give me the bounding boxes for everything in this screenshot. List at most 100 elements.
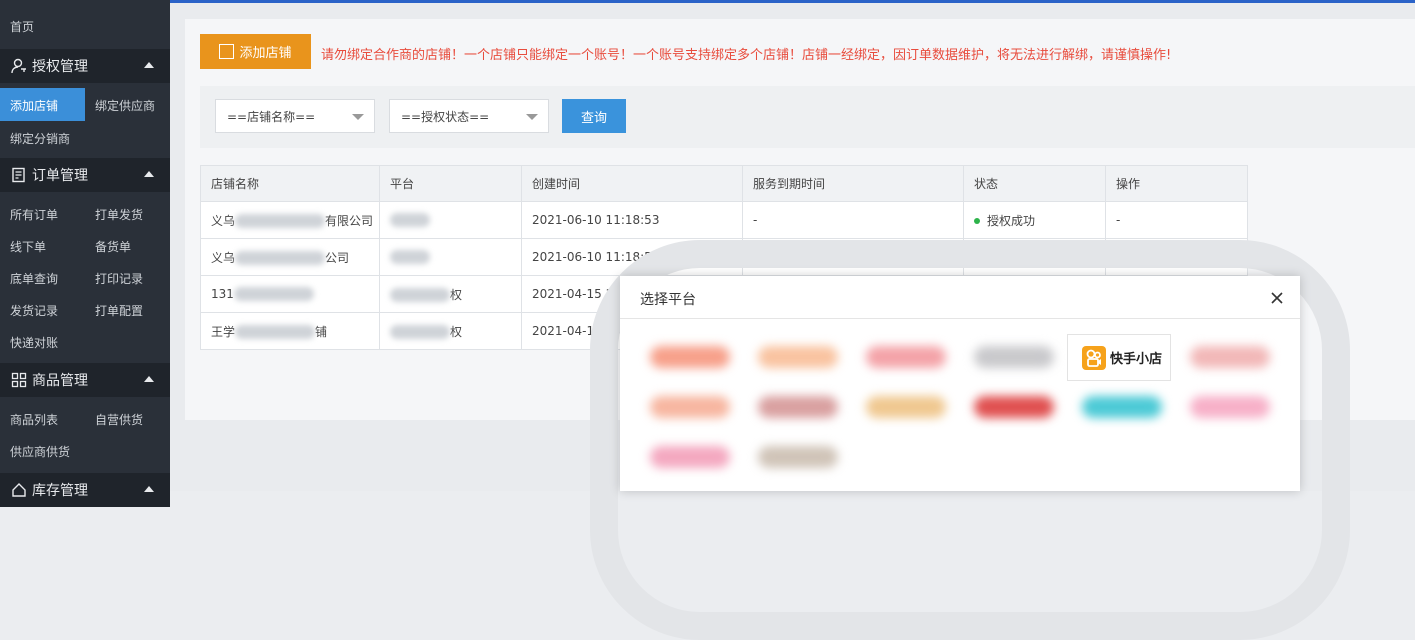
- dropdown-arrow-icon: [352, 114, 364, 120]
- platform-option[interactable]: [852, 334, 958, 380]
- redacted-blur: [390, 213, 430, 228]
- select-platform-dialog: 选择平台 快手小店: [620, 276, 1300, 491]
- group-stock[interactable]: 库存管理: [0, 473, 170, 507]
- sidebar-item-offline-orders[interactable]: 线下单: [10, 238, 46, 255]
- sidebar-item-goods-list[interactable]: 商品列表: [10, 411, 58, 428]
- table-row: 义乌 有限公司 2021-06-10 11:18:53 - 授权成功 -: [200, 201, 1248, 239]
- dialog-divider: [620, 318, 1300, 319]
- sidebar-item-waybill-query[interactable]: 底单查询: [10, 270, 58, 287]
- group-auth[interactable]: 授权管理: [0, 49, 170, 83]
- redacted-blur: [235, 214, 326, 228]
- blurred-logo: [650, 396, 730, 418]
- sidebar: 首页 授权管理 添加店铺 绑定供应商 绑定分销商 订单管理 所有订单 打单发货 …: [0, 0, 170, 507]
- collapse-caret-icon: [144, 376, 154, 382]
- platform-cell: [379, 201, 522, 239]
- sidebar-item-supplier-supply[interactable]: 供应商供货: [10, 443, 70, 460]
- blurred-logo: [758, 446, 838, 468]
- table-header-row: 店铺名称 平台 创建时间 服务到期时间 状态 操作: [200, 165, 1248, 202]
- auth-status-select[interactable]: ==授权状态==: [389, 99, 549, 133]
- blurred-logo: [866, 396, 946, 418]
- platform-option[interactable]: [852, 384, 958, 430]
- shop-name-select[interactable]: ==店铺名称==: [215, 99, 375, 133]
- sidebar-item-express-reconcile[interactable]: 快递对账: [10, 334, 58, 351]
- group-goods[interactable]: 商品管理: [0, 363, 170, 397]
- kuaishou-logo-icon: [1082, 345, 1106, 370]
- redacted-blur: [235, 325, 316, 339]
- col-expires: 服务到期时间: [742, 165, 964, 202]
- sidebar-item-print-log[interactable]: 打印记录: [95, 270, 143, 287]
- user-key-icon: [11, 58, 27, 74]
- action-cell[interactable]: -: [1105, 201, 1248, 239]
- blurred-logo: [758, 396, 838, 418]
- platform-option[interactable]: [744, 334, 850, 380]
- collapse-caret-icon: [144, 486, 154, 492]
- platform-option[interactable]: [960, 334, 1066, 380]
- auth-status-select-value: ==授权状态==: [401, 109, 490, 124]
- redacted-blur: [390, 288, 450, 302]
- col-platform: 平台: [379, 165, 522, 202]
- blurred-logo: [1190, 346, 1270, 368]
- dialog-title: 选择平台: [640, 292, 696, 308]
- shop-name-cell: 义乌 公司: [200, 238, 380, 276]
- sidebar-item-self-supply[interactable]: 自营供货: [95, 411, 143, 428]
- platform-option[interactable]: [1176, 384, 1282, 430]
- platform-option-kuaishou[interactable]: 快手小店: [1067, 334, 1171, 381]
- close-icon[interactable]: [1268, 289, 1286, 307]
- created-cell: 2021-06-10 11:18:53: [521, 201, 743, 239]
- sidebar-item-stock-list[interactable]: 备货单: [95, 238, 131, 255]
- binding-warning: 请勿绑定合作商的店铺！一个店铺只能绑定一个账号！一个账号支持绑定多个店铺！店铺一…: [321, 48, 1172, 63]
- add-shop-button[interactable]: 添加店铺: [200, 34, 311, 69]
- platform-cell: 权: [379, 275, 522, 313]
- blurred-logo: [866, 346, 946, 368]
- sidebar-item-add-shop[interactable]: 添加店铺: [10, 97, 58, 114]
- blurred-logo: [1082, 396, 1162, 418]
- platform-option[interactable]: [960, 384, 1066, 430]
- platform-option[interactable]: [1068, 384, 1174, 430]
- group-orders-title: 订单管理: [32, 168, 88, 184]
- sidebar-item-home[interactable]: 首页: [10, 18, 34, 35]
- shop-name-cell: 131: [200, 275, 380, 313]
- platform-option[interactable]: [1176, 334, 1282, 380]
- status-dot-icon: [974, 218, 980, 224]
- platform-option[interactable]: [744, 384, 850, 430]
- platform-option[interactable]: [636, 384, 742, 430]
- sidebar-item-ship-log[interactable]: 发货记录: [10, 302, 58, 319]
- dropdown-arrow-icon: [526, 114, 538, 120]
- sidebar-item-all-orders[interactable]: 所有订单: [10, 206, 58, 223]
- blurred-logo: [758, 346, 838, 368]
- sidebar-item-print-ship[interactable]: 打单发货: [95, 206, 143, 223]
- redacted-blur: [390, 250, 430, 265]
- blurred-logo: [1190, 396, 1270, 418]
- col-status: 状态: [963, 165, 1106, 202]
- redacted-blur: [235, 251, 326, 265]
- col-shop-name: 店铺名称: [200, 165, 380, 202]
- shop-name-select-value: ==店铺名称==: [227, 109, 316, 124]
- shop-name-cell: 王学铺: [200, 312, 380, 350]
- platform-option[interactable]: [744, 434, 850, 480]
- redacted-blur: [390, 325, 450, 339]
- group-stock-title: 库存管理: [32, 483, 88, 499]
- grid-icon: [11, 372, 27, 388]
- query-button[interactable]: 查询: [562, 99, 626, 133]
- status-cell: 授权成功: [963, 201, 1106, 239]
- group-orders[interactable]: 订单管理: [0, 158, 170, 192]
- col-created: 创建时间: [521, 165, 743, 202]
- sidebar-item-print-config[interactable]: 打单配置: [95, 302, 143, 319]
- group-goods-title: 商品管理: [32, 373, 88, 389]
- house-icon: [11, 482, 27, 498]
- blurred-logo: [650, 446, 730, 468]
- sidebar-item-bind-distributor[interactable]: 绑定分销商: [10, 130, 70, 147]
- blurred-logo: [650, 346, 730, 368]
- filter-bar: [200, 86, 1415, 148]
- platform-option[interactable]: [636, 334, 742, 380]
- platform-option[interactable]: [636, 434, 742, 480]
- add-doc-icon: [219, 44, 235, 59]
- blurred-logo: [974, 396, 1054, 418]
- platform-cell: [379, 238, 522, 276]
- kuaishou-label: 快手小店: [1110, 352, 1163, 367]
- sidebar-item-bind-supplier[interactable]: 绑定供应商: [95, 97, 155, 114]
- collapse-caret-icon: [144, 171, 154, 177]
- order-doc-icon: [11, 167, 27, 183]
- shop-name-cell: 义乌 有限公司: [200, 201, 380, 239]
- redacted-blur: [233, 287, 314, 302]
